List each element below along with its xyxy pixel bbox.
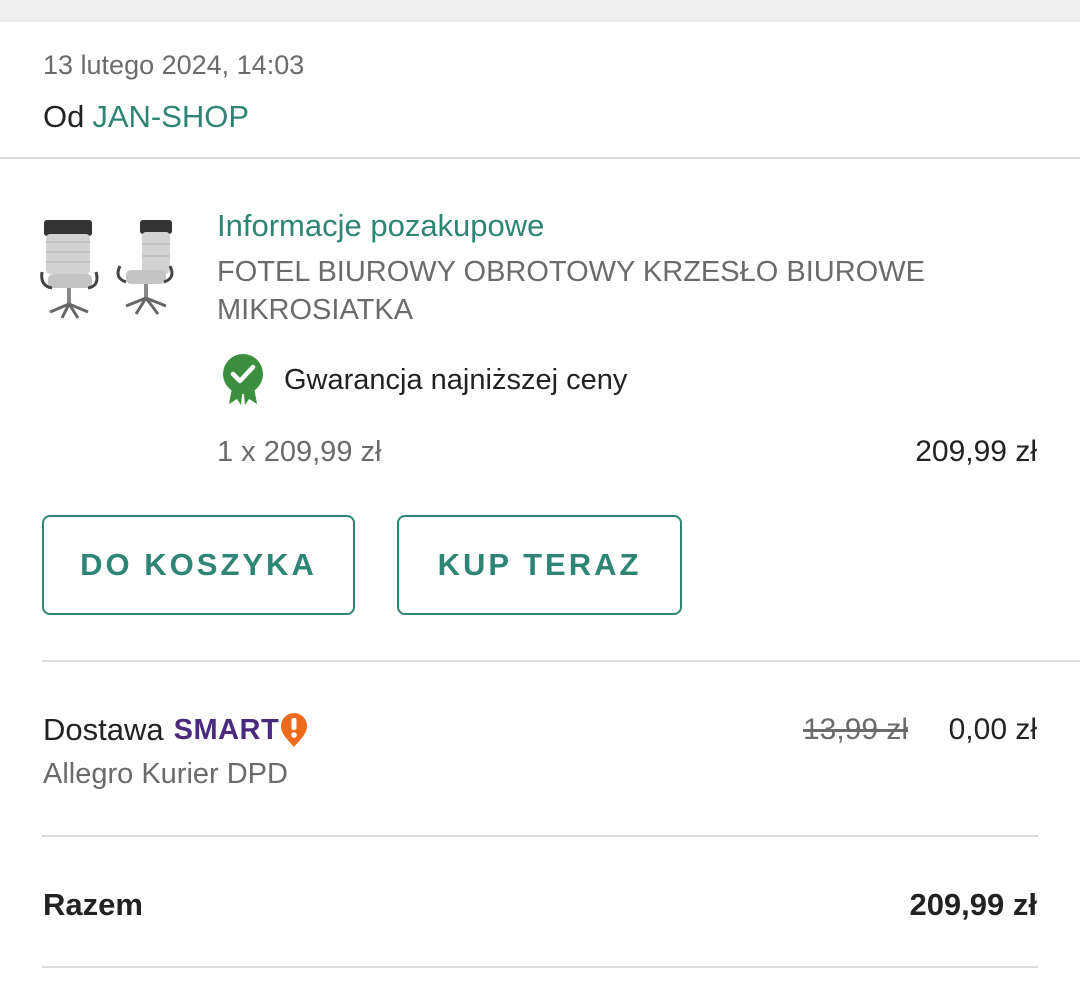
old-delivery-price: 13,99 zł — [803, 713, 909, 746]
guarantee-label: Gwarancja najniższej ceny — [284, 364, 628, 396]
total-value: 209,99 zł — [909, 887, 1037, 922]
smart-text: SMART — [173, 714, 280, 746]
seller-link[interactable]: JAN-SHOP — [92, 99, 249, 134]
divider — [42, 966, 1038, 968]
smart-exclamation-icon — [279, 712, 309, 748]
delivery-price: 0,00 zł — [948, 713, 1037, 746]
section-title: Informacje pozakupowe — [217, 208, 545, 243]
product-name[interactable]: FOTEL BIUROWY OBROTOWY KRZESŁO BIUROWE M… — [217, 253, 1017, 329]
badge-check-icon — [219, 352, 267, 406]
delivery-label: Dostawa — [43, 712, 164, 747]
office-chair-image[interactable] — [40, 212, 175, 324]
smart-logo: SMART — [174, 710, 310, 750]
quantity-price: 1 x 209,99 zł — [217, 436, 382, 468]
divider — [42, 660, 1080, 662]
top-gray-strip — [0, 0, 1080, 22]
divider — [0, 157, 1080, 159]
line-total: 209,99 zł — [915, 435, 1037, 468]
delivery-row: Dostawa SMART — [43, 710, 309, 750]
divider — [42, 835, 1038, 837]
seller-line: Od JAN-SHOP — [43, 99, 249, 135]
carrier-name: Allegro Kurier DPD — [43, 758, 288, 790]
buy-now-button[interactable]: KUP TERAZ — [397, 515, 682, 615]
add-to-cart-button[interactable]: DO KOSZYKA — [42, 515, 355, 615]
total-label: Razem — [43, 887, 143, 922]
order-date: 13 lutego 2024, 14:03 — [43, 50, 305, 80]
from-label: Od — [43, 99, 85, 134]
